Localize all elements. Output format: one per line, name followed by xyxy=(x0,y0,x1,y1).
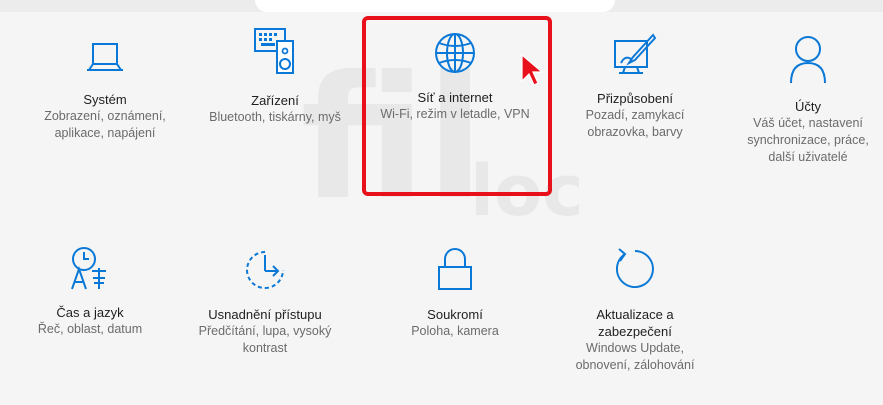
tile-description: Windows Update, obnovení, zálohování xyxy=(575,341,695,372)
top-notch xyxy=(255,0,615,12)
lock-icon xyxy=(380,245,530,298)
laptop-icon xyxy=(25,38,185,83)
tile-privacy[interactable]: Soukromí Poloha, kamera xyxy=(380,245,530,340)
time-language-icon xyxy=(15,245,165,296)
tile-system[interactable]: Systém Zobrazení, oznámení, aplikace, na… xyxy=(25,38,185,142)
tile-description: Předčítání, lupa, vysoký kontrast xyxy=(198,324,332,355)
tile-title: Usnadnění přístupu xyxy=(208,307,322,322)
tile-description: Pozadí, zamykací obrazovka, barvy xyxy=(585,108,685,139)
tile-title: Zařízení xyxy=(251,93,299,108)
tile-devices[interactable]: Zařízení Bluetooth, tiskárny, myš xyxy=(190,25,360,126)
tile-title: Soukromí xyxy=(427,307,483,322)
person-icon xyxy=(735,33,881,90)
settings-home: fil loc Systém Zobrazení, oznámení, apli… xyxy=(0,0,883,405)
ease-of-access-icon xyxy=(180,247,350,298)
tile-ease-of-access[interactable]: Usnadnění přístupu Předčítání, lupa, vys… xyxy=(180,247,350,357)
tile-time-language[interactable]: Čas a jazyk Řeč, oblast, datum xyxy=(15,245,165,338)
personalization-icon xyxy=(560,33,710,82)
tile-description: Váš účet, nastavení synchronizace, práce… xyxy=(747,116,869,164)
tile-update-security[interactable]: Aktualizace a zabezpečení Windows Update… xyxy=(560,245,710,374)
update-icon xyxy=(560,245,710,298)
tile-title: Čas a jazyk xyxy=(56,305,124,320)
tile-description: Bluetooth, tiskárny, myš xyxy=(209,110,341,124)
tile-description: Řeč, oblast, datum xyxy=(37,322,143,336)
tile-title: Aktualizace a zabezpečení xyxy=(596,307,674,339)
tile-title: Systém xyxy=(83,92,127,107)
highlight-frame xyxy=(362,16,552,196)
tile-description: Zobrazení, oznámení, aplikace, napájení xyxy=(44,109,166,140)
tile-personalization[interactable]: Přizpůsobení Pozadí, zamykací obrazovka,… xyxy=(560,33,710,141)
tile-title: Přizpůsobení xyxy=(597,91,673,106)
mouse-cursor-icon xyxy=(520,53,544,92)
tile-accounts[interactable]: Účty Váš účet, nastavení synchronizace, … xyxy=(735,33,881,166)
tile-description: Poloha, kamera xyxy=(411,324,499,338)
devices-icon xyxy=(190,25,360,84)
tile-title: Účty xyxy=(795,99,821,114)
